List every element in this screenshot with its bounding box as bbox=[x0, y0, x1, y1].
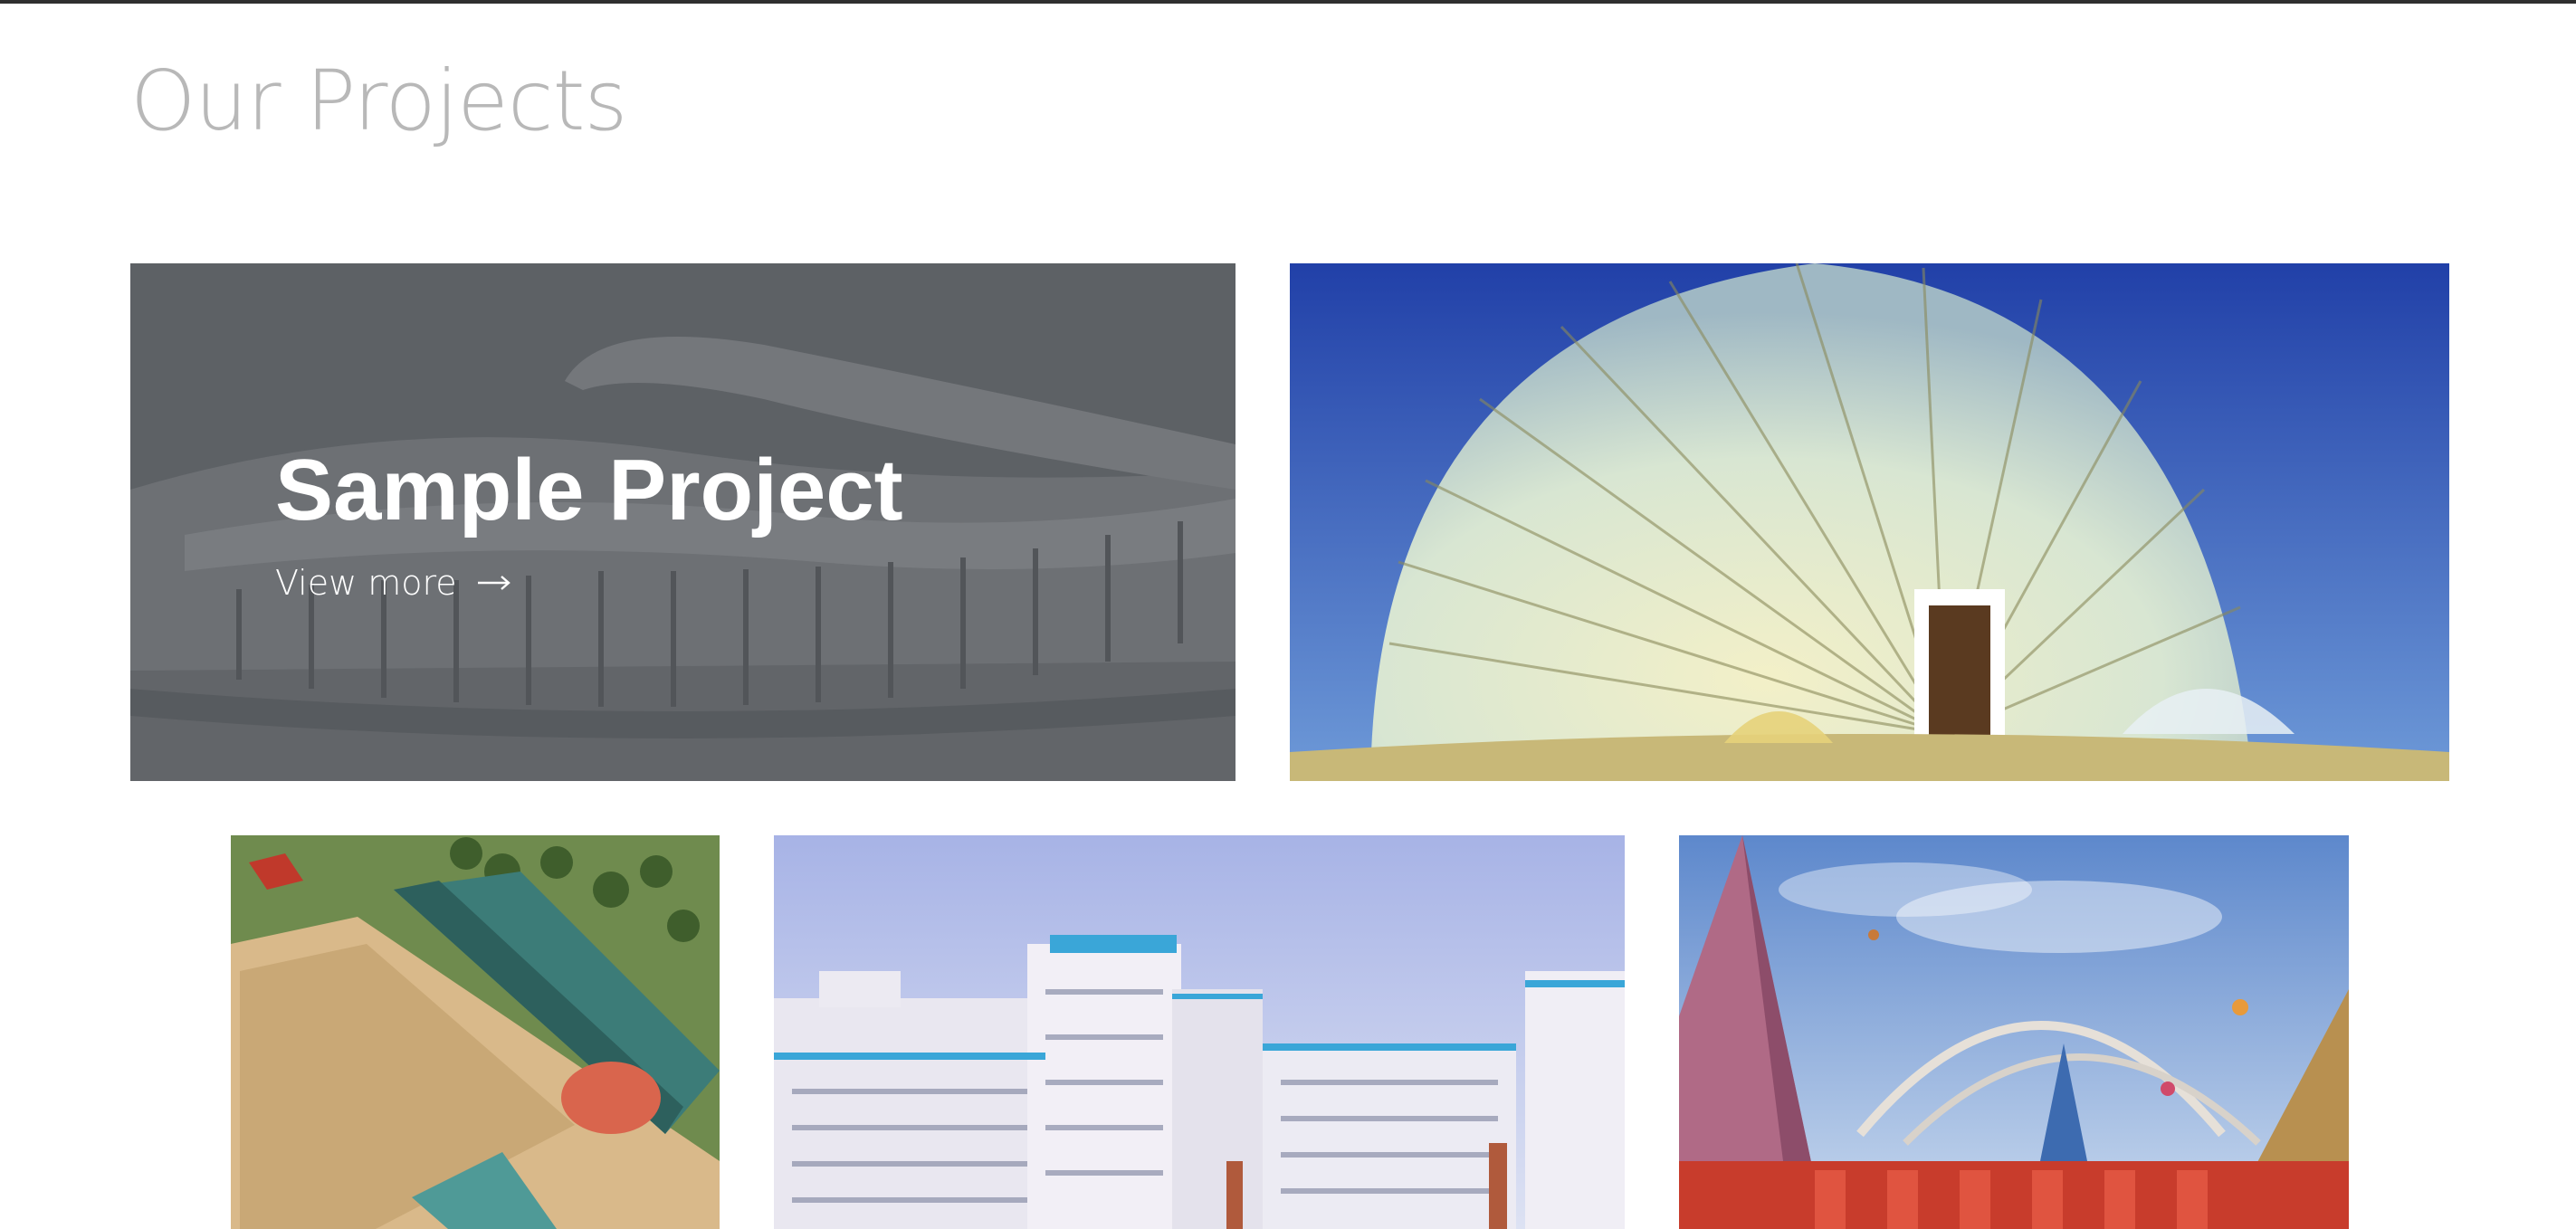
project-card-featured[interactable]: Sample Project View more bbox=[130, 263, 1236, 781]
monument-arches-image bbox=[1679, 835, 2349, 1229]
residential-towers-image bbox=[774, 835, 1625, 1229]
aerial-complex-image bbox=[231, 835, 720, 1229]
page-title: Our Projects bbox=[130, 52, 627, 149]
project-title: Sample Project bbox=[275, 442, 903, 538]
view-more-link[interactable]: View more bbox=[275, 560, 511, 605]
project-card-towers[interactable] bbox=[774, 835, 1625, 1229]
project-card-dome[interactable] bbox=[1290, 263, 2449, 781]
project-card-monument[interactable] bbox=[1679, 835, 2349, 1229]
top-border bbox=[0, 0, 2576, 4]
project-card-aerial[interactable] bbox=[231, 835, 720, 1229]
view-more-label: View more bbox=[275, 563, 457, 603]
arrow-right-icon bbox=[477, 576, 510, 590]
glass-dome-image bbox=[1290, 263, 2449, 781]
